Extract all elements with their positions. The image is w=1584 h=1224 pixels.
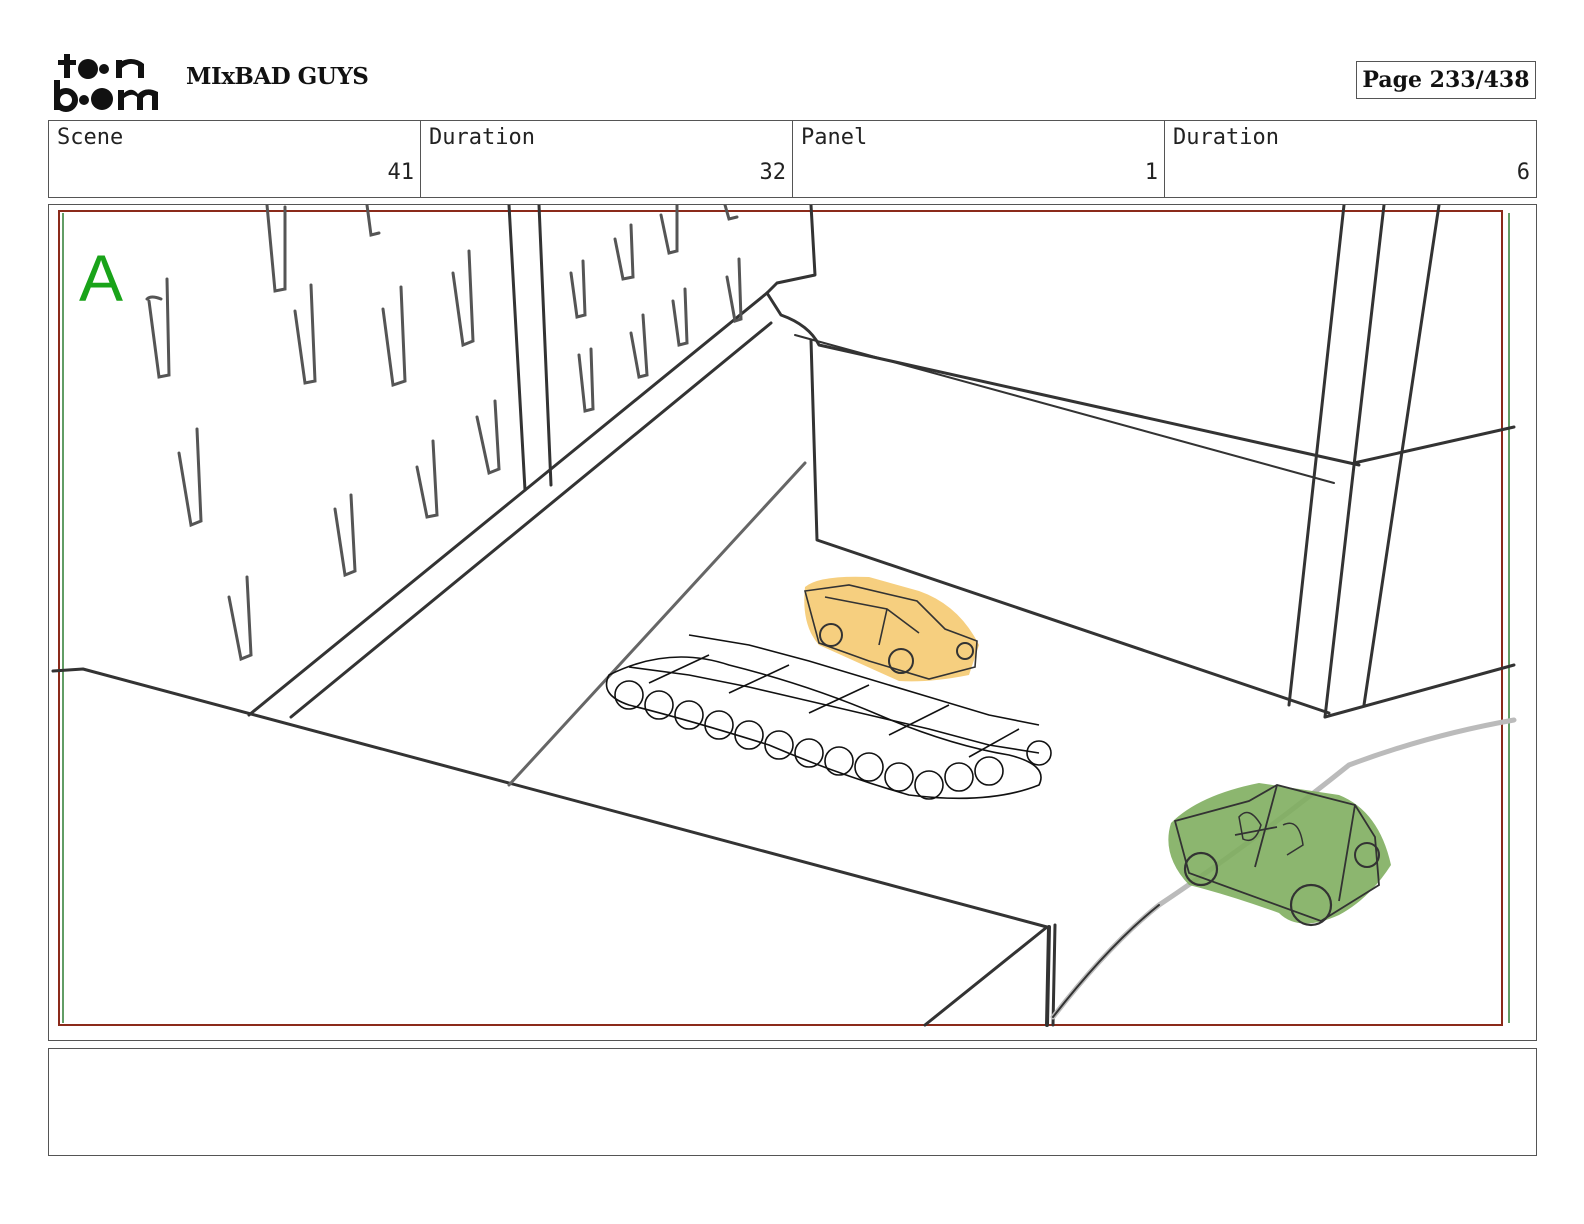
scene-duration-label: Duration xyxy=(429,125,535,150)
panel-duration-value: 6 xyxy=(1516,160,1530,185)
panel-value: 1 xyxy=(1144,160,1158,185)
panel-notes xyxy=(48,1048,1537,1156)
panel-cell: Panel 1 xyxy=(793,121,1165,197)
panel-sketch: A xyxy=(51,205,1517,1027)
yellow-car xyxy=(803,576,979,682)
panel-duration-cell: Duration 6 xyxy=(1165,121,1536,197)
layer-marker: A xyxy=(79,241,123,315)
scene-duration-value: 32 xyxy=(759,160,787,185)
project-title: MIxBAD GUYS xyxy=(186,63,369,90)
scene-cell: Scene 41 xyxy=(49,121,421,197)
page-indicator: Page 233/438 xyxy=(1356,61,1536,99)
scene-info-table: Scene 41 Duration 32 Panel 1 Duration 6 xyxy=(48,120,1537,198)
green-car xyxy=(1168,783,1391,927)
storyboard-panel: A xyxy=(48,204,1537,1041)
scene-value: 41 xyxy=(387,160,415,185)
bicycle-cluster xyxy=(605,634,1052,800)
panel-label: Panel xyxy=(801,125,868,150)
scene-label: Scene xyxy=(57,125,124,150)
scene-duration-cell: Duration 32 xyxy=(421,121,793,197)
panel-duration-label: Duration xyxy=(1173,125,1279,150)
toon-boom-logo xyxy=(52,50,164,112)
